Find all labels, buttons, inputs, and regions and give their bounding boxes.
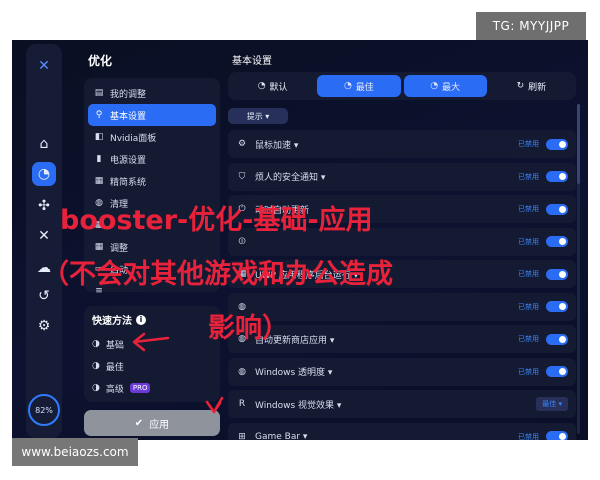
arrow-to-basic [132, 332, 170, 352]
photo-frame: TG: MYYJJPP ✕ ⌂ ◔ ✣ ✕ ☁ ↺ ⚙ 82% 优化 ▤ 我的调整… [0, 0, 600, 480]
arrow-to-apply [205, 396, 224, 414]
watermark-bottom: www.beiaozs.com [12, 438, 138, 466]
annotation-arrows [132, 332, 224, 414]
